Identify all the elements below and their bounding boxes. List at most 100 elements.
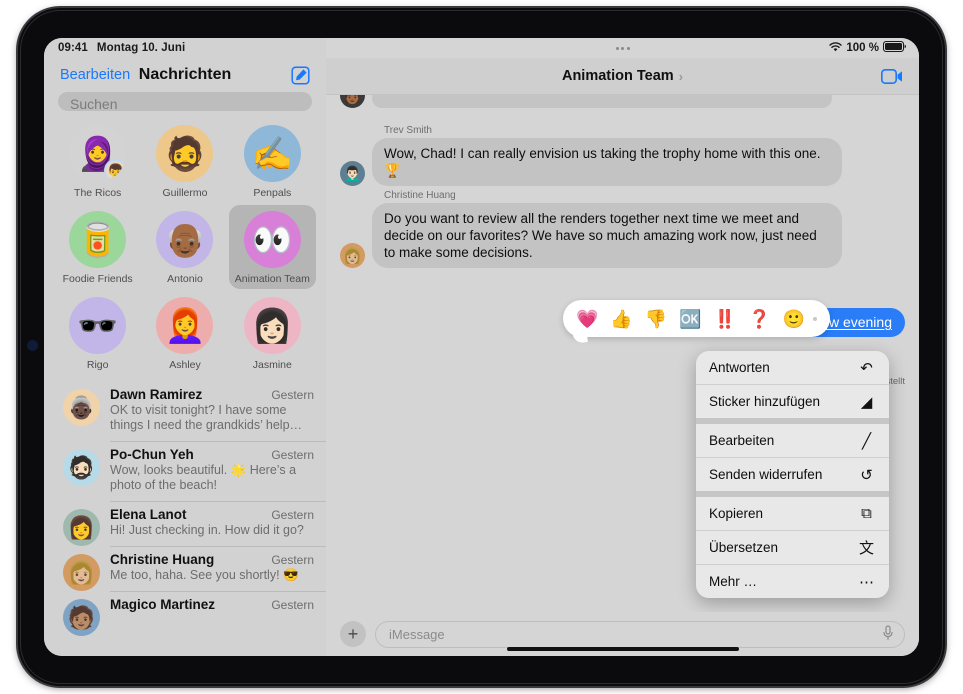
- message-row: 👩🏼 Christine Huang Do you want to review a…: [340, 190, 905, 268]
- pinned-conversation-animation-team[interactable]: 👀 Animation Team: [228, 205, 316, 289]
- menu-item-kopieren[interactable]: Kopieren ⧉: [696, 497, 889, 530]
- pinned-conversation-foodie-friends[interactable]: 🥫 Foodie Friends: [54, 205, 141, 289]
- list-item-body: Po-Chun Yeh Gestern Wow, looks beautiful. …: [110, 441, 314, 501]
- pinned-conversation-penpals[interactable]: ✍️ Penpals: [229, 119, 316, 203]
- timestamp: Gestern: [271, 388, 314, 402]
- home-indicator[interactable]: [506, 647, 739, 651]
- menu-item-bearbeiten[interactable]: Bearbeiten ╱: [696, 424, 889, 457]
- pinned-conversation-label: Penpals: [253, 187, 292, 199]
- message-preview: Hi! Just checking in. How did it go?: [110, 523, 304, 537]
- clipped-message-above: 🧑🏾: [340, 95, 905, 108]
- menu-item--bersetzen[interactable]: Übersetzen 文: [696, 531, 889, 564]
- avatar: 👴🏾: [156, 211, 214, 268]
- avatar[interactable]: 👨🏻‍🦱: [340, 161, 365, 186]
- avatar-secondary: 👦: [104, 159, 127, 182]
- conversation-title-text: Animation Team: [561, 68, 674, 84]
- question-tapback[interactable]: ❓: [748, 310, 770, 328]
- pencil-icon: ╱: [861, 432, 872, 450]
- list-item[interactable]: 🧔🏻 Po-Chun Yeh Gestern Wow, looks beautiful…: [44, 441, 326, 501]
- list-item[interactable]: 👩 Elena Lanot Gestern Hi! Just checking in.…: [44, 501, 326, 546]
- emoji-picker-tapback[interactable]: 🙂: [783, 310, 805, 328]
- messages-sidebar: 09:41 Montag 10. Juni Bearbeiten Nachric…: [44, 38, 326, 656]
- search-placeholder: Suchen: [70, 96, 118, 111]
- menu-item-antworten[interactable]: Antworten ↶: [696, 351, 889, 384]
- timestamp: Gestern: [271, 448, 314, 462]
- pinned-conversation-antonio[interactable]: 👴🏾 Antonio: [141, 205, 228, 289]
- imessage-input[interactable]: iMessage: [375, 620, 905, 648]
- chat-status-bar: 100 %: [326, 38, 919, 58]
- copy-icon: ⧉: [861, 505, 872, 522]
- menu-item-senden-widerrufen[interactable]: Senden widerrufen ↺: [696, 458, 889, 491]
- imessage-placeholder: iMessage: [389, 626, 445, 642]
- menu-item-label: Übersetzen: [709, 540, 779, 555]
- undo-send-icon: ↺: [860, 466, 873, 484]
- timestamp: Gestern: [271, 598, 314, 612]
- avatar: 👩🏻: [243, 297, 301, 354]
- pinned-conversations-grid: 🧕 👦 The Ricos 🧔 Guillermo ✍️ Penpals 🥫 Foodie Fr…: [44, 111, 326, 377]
- list-item-body: Christine Huang Gestern Me too, haha. See …: [110, 546, 314, 591]
- haha-tapback[interactable]: 🆗: [679, 310, 701, 328]
- exclamation-tapback[interactable]: ‼️: [714, 310, 736, 328]
- list-item-header: Po-Chun Yeh Gestern: [110, 447, 314, 462]
- pinned-conversation-label: The Ricos: [74, 187, 122, 199]
- message-sender: Trev Smith: [384, 125, 432, 136]
- menu-item-label: Kopieren: [709, 506, 764, 521]
- avatar: 🧔: [156, 125, 214, 182]
- multitask-handle-icon[interactable]: [615, 46, 630, 50]
- heart-tapback[interactable]: 💗: [576, 310, 598, 328]
- thumbs-down-tapback[interactable]: 👎: [645, 310, 667, 328]
- conversation-header: Animation Team ›: [326, 58, 919, 95]
- list-item-body: Dawn Ramirez Gestern OK to visit tonight? …: [110, 381, 314, 441]
- pinned-conversation-label: Guillermo: [162, 187, 208, 199]
- plus-icon[interactable]: +: [340, 621, 366, 647]
- pinned-conversation-the-ricos[interactable]: 🧕 👦 The Ricos: [54, 119, 141, 203]
- wifi-icon: [829, 41, 843, 55]
- message-thread: 🧑🏾 👨🏻‍🦱 Trev Smith Wow, Chad! I can really…: [326, 95, 919, 612]
- chevron-right-icon: ›: [678, 68, 684, 84]
- more-ellipsis-icon: ⋯: [859, 573, 874, 591]
- compose-icon[interactable]: [291, 65, 310, 85]
- conversation-pane: 100 % Animation Team ›: [326, 38, 919, 656]
- search-bar-container: Suchen: [44, 92, 326, 111]
- pinned-conversation-label: Animation Team: [234, 273, 310, 285]
- message-bubble[interactable]: Wow, Chad! I can really envision us taki…: [372, 138, 842, 186]
- pinned-conversation-guillermo[interactable]: 🧔 Guillermo: [141, 119, 228, 203]
- list-item-header: Elena Lanot Gestern: [110, 507, 314, 522]
- list-item-header: Dawn Ramirez Gestern: [110, 387, 314, 402]
- conversation-title[interactable]: Animation Team ›: [562, 68, 683, 84]
- microphone-icon[interactable]: [882, 624, 894, 644]
- message-context-menu: Antworten ↶ Sticker hinzufügen ◢ Bearbeiten ╱…: [696, 351, 889, 598]
- menu-item-mehr[interactable]: Mehr … ⋯: [696, 565, 889, 598]
- avatar: 👩‍🦰: [156, 297, 214, 354]
- ipad-screen: 09:41 Montag 10. Juni Bearbeiten Nachric…: [44, 38, 919, 656]
- list-item-body: Magico Martinez Gestern: [110, 591, 314, 636]
- list-item[interactable]: 👵🏿 Dawn Ramirez Gestern OK to visit tonight…: [44, 381, 326, 441]
- avatar[interactable]: 👩🏼: [340, 243, 365, 268]
- message-column: Trev Smith Wow, Chad! I can really envisi…: [372, 125, 842, 186]
- sticker-icon: ◢: [860, 393, 873, 411]
- menu-item-sticker-hinzuf-gen[interactable]: Sticker hinzufügen ◢: [696, 385, 889, 418]
- message-bubble[interactable]: Do you want to review all the renders to…: [372, 203, 842, 268]
- pinned-conversation-rigo[interactable]: 🕶️ Rigo: [54, 291, 141, 375]
- tapback-reaction-bar: 💗 👍 👎 🆗 ‼️ ❓ 🙂: [563, 300, 830, 337]
- ipad-device-frame: 09:41 Montag 10. Juni Bearbeiten Nachric…: [18, 8, 945, 686]
- message-bubble-partial[interactable]: [372, 95, 832, 108]
- avatar: 👀: [243, 211, 301, 268]
- facetime-video-icon[interactable]: [881, 68, 903, 84]
- list-item[interactable]: 👩🏼 Christine Huang Gestern Me too, haha. Se…: [44, 546, 326, 591]
- sidebar-status-bar: 09:41 Montag 10. Juni: [44, 38, 326, 58]
- pinned-conversation-ashley[interactable]: 👩‍🦰 Ashley: [141, 291, 228, 375]
- message-preview: Me too, haha. See you shortly! 😎: [110, 568, 299, 582]
- edit-button[interactable]: Bearbeiten: [60, 67, 130, 83]
- contact-name: Dawn Ramirez: [110, 387, 203, 402]
- menu-item-label: Mehr …: [709, 574, 758, 589]
- thumbs-up-tapback[interactable]: 👍: [610, 310, 632, 328]
- pinned-conversation-jasmine[interactable]: 👩🏻 Jasmine: [229, 291, 316, 375]
- avatar: 👵🏿: [63, 389, 100, 426]
- incoming-messages: 👨🏻‍🦱 Trev Smith Wow, Chad! I can really en…: [340, 95, 905, 268]
- list-item[interactable]: 🧑🏽 Magico Martinez Gestern: [44, 591, 326, 636]
- search-input[interactable]: Suchen: [58, 92, 312, 111]
- avatar: 🧔🏻: [63, 449, 100, 486]
- avatar: 👩🏼: [63, 554, 100, 591]
- reply-icon: ↶: [860, 359, 873, 377]
